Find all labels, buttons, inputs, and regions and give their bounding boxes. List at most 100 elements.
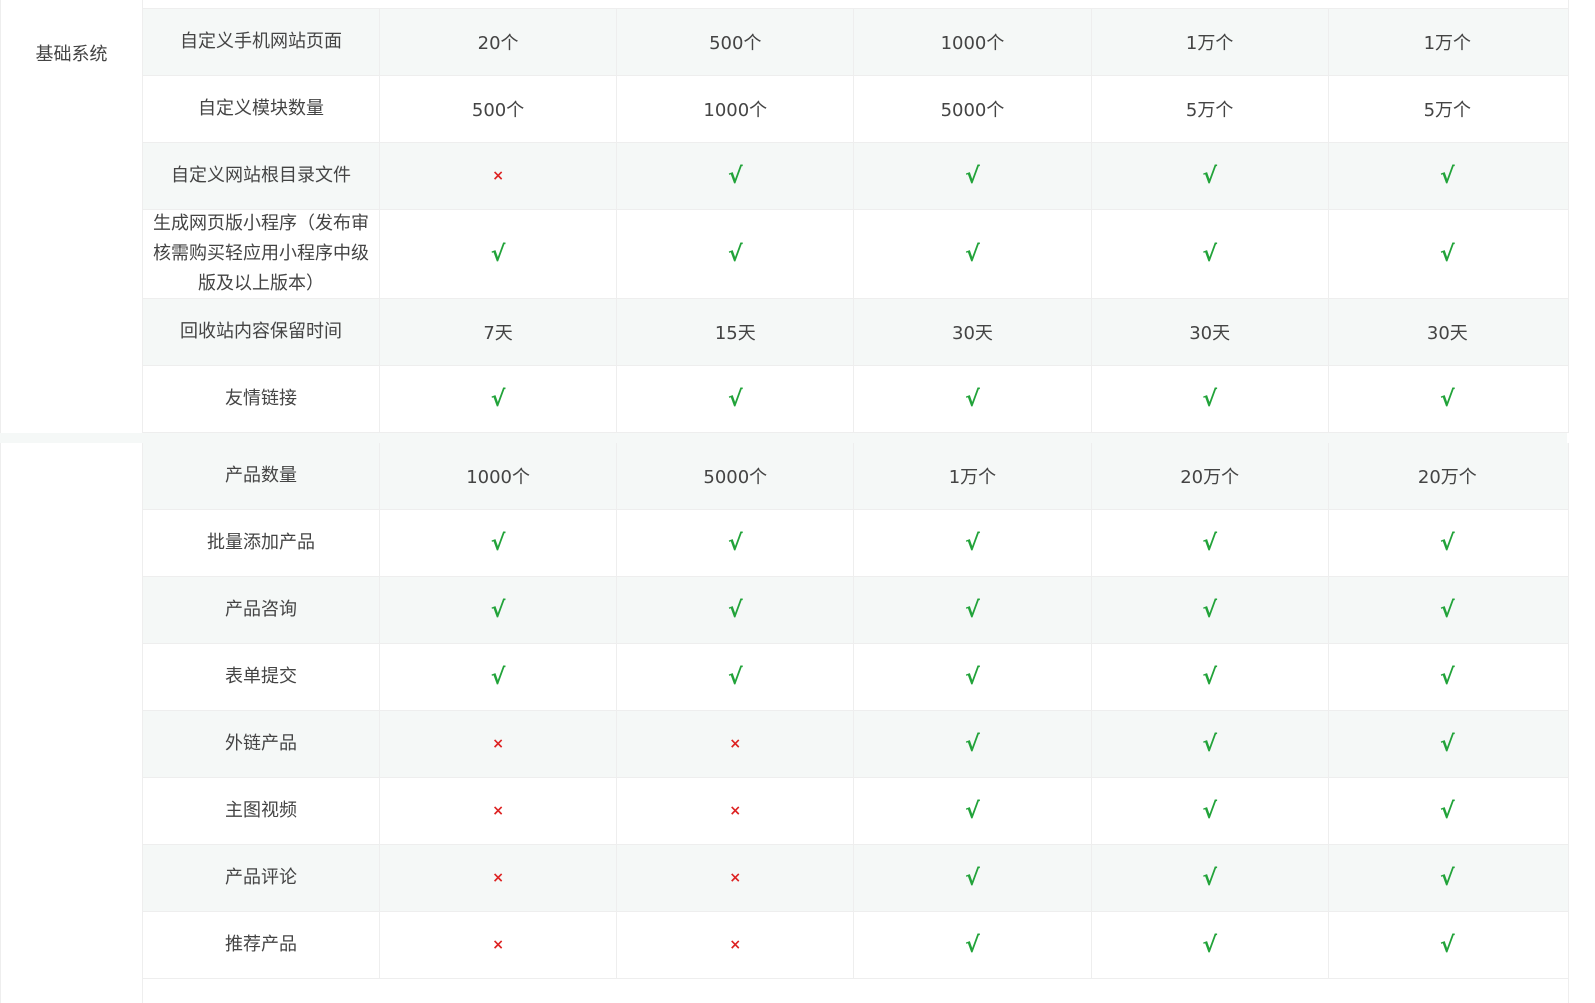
plan-value: 5000个 [617, 443, 855, 509]
section-label-cell: 基础系统 [1, 0, 143, 433]
checkmark-icon: √ [1440, 386, 1455, 412]
section-rows: 自定义手机网站页面 20个 500个 1000个 1万个 1万个 自定义模块数量 500个 10… [143, 0, 1568, 433]
section-products: 产品数量 1000个 5000个 1万个 20万个 20万个 批量添加产品 √ √ √ √ √ 产品咨询… [0, 443, 1569, 1003]
checkmark-icon: √ [965, 798, 980, 824]
plan-value: 20万个 [1417, 467, 1477, 488]
plan-value: 5万个 [1423, 100, 1472, 121]
plan-value-cell: √ [1092, 510, 1329, 576]
checkmark-icon: √ [965, 597, 980, 623]
checkmark-icon: √ [1202, 865, 1217, 891]
checkmark-icon: √ [1440, 865, 1455, 891]
checkmark-icon: √ [965, 241, 980, 267]
table-row [143, 0, 1568, 9]
checkmark-icon: √ [1202, 932, 1217, 958]
plan-value: 1000个 [854, 9, 1092, 75]
plan-value-cell: √ [1329, 210, 1566, 298]
plan-value-cell: √ [854, 366, 1092, 432]
checkmark-icon: √ [1440, 731, 1455, 757]
plan-value: 5万个 [1092, 76, 1329, 142]
plan-value-cell: √ [1329, 912, 1566, 978]
checkmark-icon: √ [965, 530, 980, 556]
plan-value-cell: × [617, 711, 855, 777]
plan-value: 1万个 [1423, 33, 1472, 54]
plan-value-cell: × [380, 143, 618, 209]
plan-value-cell: √ [854, 510, 1092, 576]
plan-value-cell: √ [854, 577, 1092, 643]
checkmark-icon: √ [1440, 664, 1455, 690]
feature-name: 外链产品 [143, 711, 380, 777]
checkmark-icon: √ [965, 386, 980, 412]
plan-value-cell: √ [1329, 143, 1566, 209]
feature-name: 回收站内容保留时间 [143, 299, 380, 365]
checkmark-icon: √ [1202, 386, 1217, 412]
checkmark-icon: √ [1440, 597, 1455, 623]
checkmark-icon: √ [965, 731, 980, 757]
feature-name: 表单提交 [143, 644, 380, 710]
checkmark-icon: √ [965, 163, 980, 189]
plan-value-cell: √ [380, 366, 618, 432]
table-row: 推荐产品 × × √ √ √ [143, 912, 1568, 979]
plan-value: 1000个 [380, 443, 618, 509]
plan-value-cell: √ [1092, 143, 1329, 209]
table-row: 批量添加产品 √ √ √ √ √ [143, 510, 1568, 577]
plan-value: 15天 [617, 299, 855, 365]
plan-value-cell: × [380, 778, 618, 844]
plan-value: 1万个 [854, 443, 1092, 509]
cross-icon: × [492, 870, 504, 886]
checkmark-icon: √ [727, 241, 743, 267]
section-divider [0, 433, 1567, 443]
checkmark-icon: √ [1202, 530, 1217, 556]
plan-value-cell: √ [1092, 577, 1329, 643]
cross-icon: × [729, 803, 742, 819]
feature-name: 友情链接 [143, 366, 380, 432]
plan-value-cell: √ [1329, 711, 1566, 777]
plan-value-cell: × [617, 845, 855, 911]
checkmark-icon: √ [1202, 664, 1217, 690]
feature-name: 主图视频 [143, 778, 380, 844]
plan-value: 500个 [617, 9, 855, 75]
checkmark-icon: √ [1202, 731, 1217, 757]
plan-value: 1万个 [1092, 9, 1329, 75]
plan-value-cell: × [617, 912, 855, 978]
plan-value-cell: √ [854, 845, 1092, 911]
feature-name: 产品咨询 [143, 577, 380, 643]
plan-value-cell: √ [617, 644, 855, 710]
plan-value-cell: √ [1092, 912, 1329, 978]
plan-value-cell: √ [854, 210, 1092, 298]
plan-value-cell: √ [1092, 778, 1329, 844]
plan-value: 20个 [380, 9, 618, 75]
table-row: 外链产品 × × √ √ √ [143, 711, 1568, 778]
checkmark-icon: √ [1440, 530, 1455, 556]
plan-value-cell: √ [1329, 644, 1566, 710]
feature-name: 推荐产品 [143, 912, 380, 978]
plan-value-cell: × [380, 711, 618, 777]
plan-value-cell: √ [1329, 778, 1566, 844]
checkmark-icon: √ [727, 664, 743, 690]
plan-value-cell: √ [854, 143, 1092, 209]
checkmark-icon: √ [1440, 932, 1455, 958]
table-row: 自定义模块数量 500个 1000个 5000个 5万个 5万个 [143, 76, 1568, 143]
checkmark-icon: √ [727, 597, 743, 623]
checkmark-icon: √ [727, 530, 743, 556]
plan-value-cell: × [380, 912, 618, 978]
feature-name: 产品评论 [143, 845, 380, 911]
cross-icon: × [492, 736, 504, 752]
checkmark-icon: √ [490, 664, 506, 690]
checkmark-icon: √ [727, 163, 743, 189]
plan-value-cell: √ [854, 711, 1092, 777]
plan-value: 7天 [380, 299, 618, 365]
section-label: 基础系统 [35, 44, 108, 65]
checkmark-icon: √ [490, 386, 506, 412]
plan-value-cell: √ [1329, 366, 1566, 432]
plan-value-cell: √ [854, 912, 1092, 978]
feature-name: 生成网页版小程序（发布审核需购买轻应用小程序中级版及以上版本） [143, 210, 380, 298]
plan-value: 30天 [854, 299, 1092, 365]
table-row: 主图视频 × × √ √ √ [143, 778, 1568, 845]
feature-name: 批量添加产品 [143, 510, 380, 576]
table-row: 产品评论 × × √ √ √ [143, 845, 1568, 912]
plan-value-cell: √ [380, 210, 618, 298]
plan-value-cell: × [617, 778, 855, 844]
section-rows: 产品数量 1000个 5000个 1万个 20万个 20万个 批量添加产品 √ √ √ √ √ 产品咨询… [143, 443, 1568, 979]
plan-value-cell: √ [617, 366, 855, 432]
plan-value-cell: √ [1092, 366, 1329, 432]
